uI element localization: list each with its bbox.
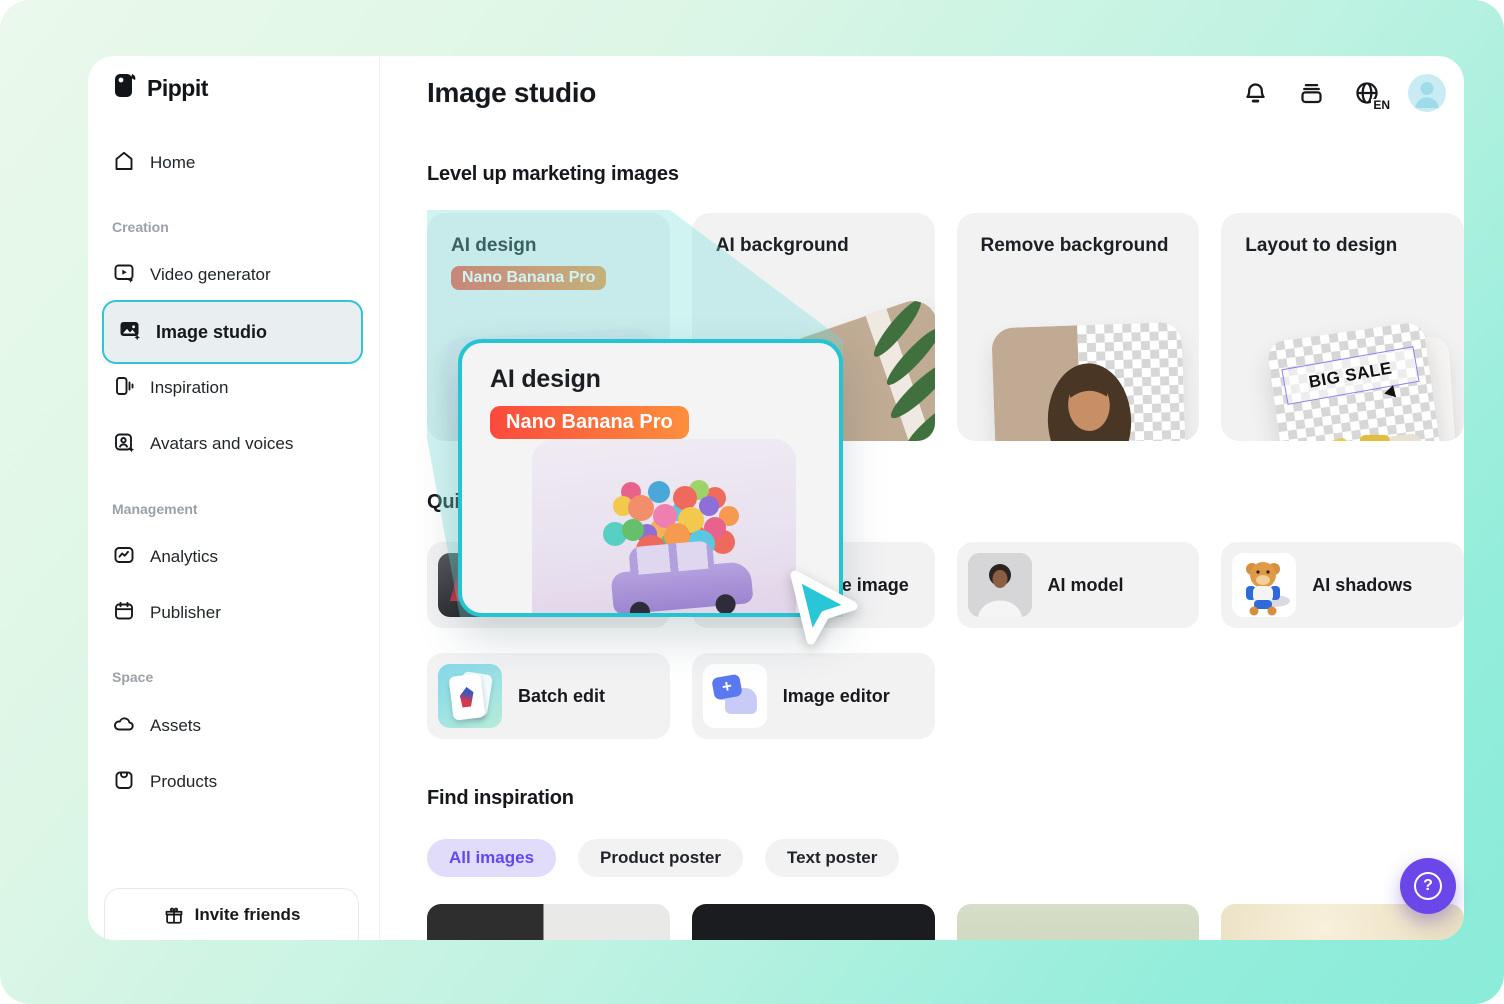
image-editor-thumbnail: +: [702, 664, 767, 728]
inspiration-image[interactable]: [691, 904, 935, 940]
image-studio-icon: [118, 318, 142, 347]
publisher-calendar-icon: [112, 599, 136, 628]
avatar[interactable]: [1408, 74, 1446, 112]
tool-ai-model[interactable]: AI model: [956, 542, 1200, 628]
sidebar-item-label: Publisher: [150, 603, 221, 622]
sidebar-section-space: Space: [112, 669, 154, 685]
quick-tools-row-2: Batch edit + Image editor: [427, 653, 1464, 739]
sofa-graphic: [1293, 426, 1434, 441]
sidebar-item-avatars[interactable]: Avatars and voices: [112, 429, 355, 459]
globe-icon[interactable]: EN: [1352, 78, 1390, 111]
sidebar-item-label: Video generator: [150, 265, 271, 284]
sidebar-item-assets[interactable]: Assets: [112, 711, 355, 741]
tool-batch-edit[interactable]: Batch edit: [427, 653, 670, 739]
sidebar-item-inspiration[interactable]: Inspiration: [112, 373, 355, 403]
tool-label: Image editor: [782, 685, 890, 706]
card-title: Remove background: [980, 235, 1169, 256]
portrait-graphic: [1047, 363, 1131, 441]
logo[interactable]: Pippit: [112, 72, 208, 105]
ai-shadows-thumbnail: [1232, 553, 1297, 617]
tool-label: AI shadows: [1312, 574, 1413, 595]
bag-icon: [112, 768, 136, 797]
nano-banana-pro-badge: Nano Banana Pro: [490, 406, 689, 439]
home-icon: [112, 149, 136, 178]
sidebar-item-home[interactable]: Home: [112, 148, 355, 178]
pippit-logo-icon: [112, 72, 138, 105]
inspiration-results: [427, 904, 1464, 940]
gift-icon: [163, 905, 185, 932]
nano-banana-pro-badge: Nano Banana Pro: [451, 266, 607, 290]
balloon-car-image: [532, 439, 796, 613]
sidebar-item-analytics[interactable]: Analytics: [112, 542, 355, 572]
sidebar-item-label: Image studio: [156, 321, 268, 342]
sidebar-item-label: Avatars and voices: [150, 434, 294, 453]
marketing-heading: Level up marketing images: [427, 163, 679, 185]
tab-text-poster[interactable]: Text poster: [764, 839, 900, 877]
inspiration-image[interactable]: [956, 904, 1200, 940]
card-remove-background[interactable]: Remove background: [956, 213, 1200, 441]
pippit-app: Pippit Home Creation Video generator Ima…: [0, 0, 1504, 1004]
question-mark-icon: ?: [1414, 872, 1442, 900]
cloud-icon: [112, 712, 136, 741]
tool-label: Batch edit: [518, 685, 606, 706]
layout-to-design-thumbnail: BIG SALE: [1266, 320, 1451, 441]
avatars-icon: [112, 430, 136, 459]
sidebar-item-products[interactable]: Products: [112, 767, 355, 797]
inspiration-image[interactable]: [427, 904, 670, 940]
ai-model-thumbnail: [967, 553, 1032, 617]
header-icons: EN: [1240, 74, 1446, 112]
tab-all-images[interactable]: All images: [427, 839, 557, 877]
invite-friends-label: Invite friends: [194, 905, 301, 924]
sidebar-item-label: Assets: [150, 716, 202, 735]
inspiration-tabs: All images Product poster Text poster: [427, 839, 1464, 877]
main-header: Image studio EN: [427, 73, 1464, 113]
bell-icon[interactable]: [1240, 78, 1270, 108]
sidebar-item-label: Inspiration: [150, 378, 229, 397]
sidebar-item-label: Home: [150, 153, 196, 172]
billing-icon[interactable]: [1296, 78, 1326, 108]
sidebar-item-video-generator[interactable]: Video generator: [112, 260, 355, 290]
logo-text: Pippit: [147, 75, 208, 101]
inspiration-heading: Find inspiration: [427, 787, 574, 809]
big-sale-text: BIG SALE: [1281, 346, 1420, 405]
language-label: EN: [1371, 98, 1390, 112]
tool-label: AI model: [1047, 574, 1124, 595]
tab-product-poster[interactable]: Product poster: [578, 839, 743, 877]
card-title: Layout to design: [1245, 235, 1398, 256]
sidebar-item-label: Analytics: [150, 547, 219, 566]
mini-cursor-icon: [1384, 385, 1401, 402]
zoom-popup-title: AI design: [490, 365, 601, 393]
sidebar-section-creation: Creation: [112, 219, 169, 235]
card-title: AI design: [451, 235, 537, 256]
page-title: Image studio: [427, 77, 597, 108]
tool-ai-shadows[interactable]: AI shadows: [1221, 542, 1464, 628]
sidebar-item-publisher[interactable]: Publisher: [112, 598, 355, 628]
sidebar-item-image-studio[interactable]: Image studio: [102, 300, 363, 364]
card-title: AI background: [715, 235, 849, 256]
batch-edit-thumbnail: [438, 664, 502, 728]
analytics-icon: [112, 543, 136, 572]
invite-friends-button[interactable]: Invite friends: [104, 888, 359, 940]
sidebar-item-label: Products: [150, 772, 218, 791]
remove-background-thumbnail: [990, 321, 1189, 441]
tool-image-editor[interactable]: + Image editor: [691, 653, 935, 739]
video-generator-icon: [112, 261, 136, 290]
sidebar: Pippit Home Creation Video generator Ima…: [88, 56, 380, 940]
inspiration-icon: [112, 374, 136, 403]
card-layout-to-design[interactable]: Layout to design BIG SALE: [1221, 213, 1464, 441]
cursor-pointer-icon: [786, 558, 870, 659]
help-button[interactable]: ?: [1400, 858, 1456, 914]
sidebar-section-management: Management: [112, 501, 198, 517]
